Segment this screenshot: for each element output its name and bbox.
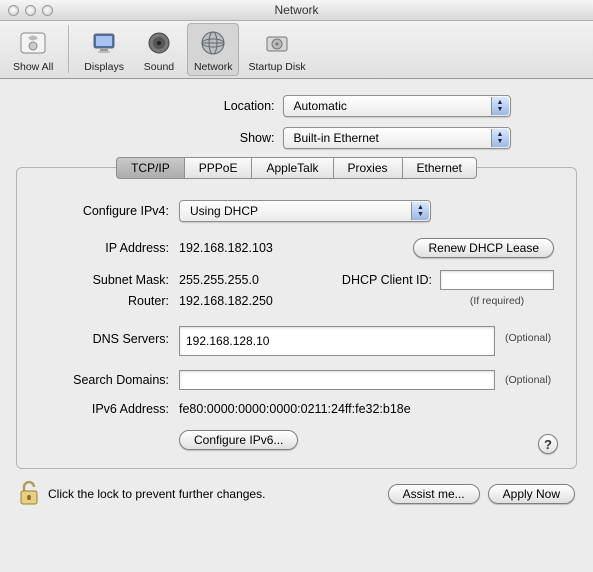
show-label: Show: <box>83 131 283 145</box>
startup-disk-icon <box>260 26 294 60</box>
ip-address-label: IP Address: <box>39 241 179 255</box>
tab-ethernet[interactable]: Ethernet <box>402 157 477 179</box>
toolbar-network[interactable]: Network <box>187 23 240 76</box>
configure-ipv4-select[interactable]: Using DHCP ▲▼ <box>179 200 431 222</box>
location-value: Automatic <box>294 99 347 113</box>
window-title: Network <box>0 3 593 17</box>
renew-dhcp-button[interactable]: Renew DHCP Lease <box>413 238 554 258</box>
dhcp-if-required-note: (If required) <box>440 295 554 307</box>
ipv6-address-value: fe80:0000:0000:0000:0211:24ff:fe32:b18e <box>179 402 411 416</box>
dhcp-client-id-input[interactable] <box>440 270 554 290</box>
toolbar-separator <box>68 25 69 73</box>
select-arrows-icon: ▲▼ <box>411 202 429 220</box>
dns-servers-label: DNS Servers: <box>39 326 179 346</box>
location-select[interactable]: Automatic ▲▼ <box>283 95 511 117</box>
toolbar-displays-label: Displays <box>84 61 124 73</box>
network-icon <box>196 26 230 60</box>
show-value: Built-in Ethernet <box>294 131 379 145</box>
displays-icon <box>87 26 121 60</box>
apply-now-button[interactable]: Apply Now <box>488 484 575 504</box>
router-label: Router: <box>39 294 179 308</box>
footer: Click the lock to prevent further change… <box>0 469 593 507</box>
close-window-button[interactable] <box>8 5 19 16</box>
minimize-window-button[interactable] <box>25 5 36 16</box>
subnet-mask-value: 255.255.255.0 <box>179 273 309 287</box>
toolbar-sound-label: Sound <box>144 61 174 73</box>
tab-proxies[interactable]: Proxies <box>333 157 403 179</box>
location-label: Location: <box>83 99 283 113</box>
select-arrows-icon: ▲▼ <box>491 97 509 115</box>
help-button[interactable]: ? <box>538 434 558 454</box>
subnet-mask-label: Subnet Mask: <box>39 273 179 287</box>
window-controls <box>0 5 53 16</box>
toolbar: Show All Displays Sound Network Startup … <box>0 21 593 79</box>
configure-ipv4-value: Using DHCP <box>190 204 258 218</box>
search-domains-label: Search Domains: <box>39 373 179 387</box>
toolbar-sound[interactable]: Sound <box>133 23 185 76</box>
configure-ipv6-button[interactable]: Configure IPv6... <box>179 430 298 450</box>
tab-appletalk[interactable]: AppleTalk <box>251 157 333 179</box>
search-domains-input[interactable] <box>179 370 495 390</box>
tab-bar: TCP/IP PPPoE AppleTalk Proxies Ethernet <box>39 157 554 179</box>
ipv6-address-label: IPv6 Address: <box>39 402 179 416</box>
lock-text: Click the lock to prevent further change… <box>48 487 265 501</box>
tab-tcpip[interactable]: TCP/IP <box>116 157 185 179</box>
tab-pppoe[interactable]: PPPoE <box>184 157 253 179</box>
toolbar-show-all-label: Show All <box>13 61 53 73</box>
show-all-icon <box>16 26 50 60</box>
toolbar-startup-disk-label: Startup Disk <box>248 61 305 73</box>
configure-ipv4-label: Configure IPv4: <box>39 204 179 218</box>
settings-panel: TCP/IP PPPoE AppleTalk Proxies Ethernet … <box>16 167 577 469</box>
dns-servers-input[interactable] <box>179 326 495 356</box>
zoom-window-button[interactable] <box>42 5 53 16</box>
search-optional-note: (Optional) <box>495 374 551 386</box>
toolbar-show-all[interactable]: Show All <box>6 23 60 76</box>
lock-icon[interactable] <box>18 481 40 507</box>
window-titlebar: Network <box>0 0 593 21</box>
toolbar-displays[interactable]: Displays <box>77 23 131 76</box>
assist-me-button[interactable]: Assist me... <box>388 484 480 504</box>
dns-optional-note: (Optional) <box>495 326 551 344</box>
sound-icon <box>142 26 176 60</box>
select-arrows-icon: ▲▼ <box>491 129 509 147</box>
dhcp-client-id-label: DHCP Client ID: <box>342 273 440 287</box>
ip-address-value: 192.168.182.103 <box>179 241 359 255</box>
show-select[interactable]: Built-in Ethernet ▲▼ <box>283 127 511 149</box>
router-value: 192.168.182.250 <box>179 294 329 308</box>
toolbar-network-label: Network <box>194 61 233 73</box>
toolbar-startup-disk[interactable]: Startup Disk <box>241 23 312 76</box>
